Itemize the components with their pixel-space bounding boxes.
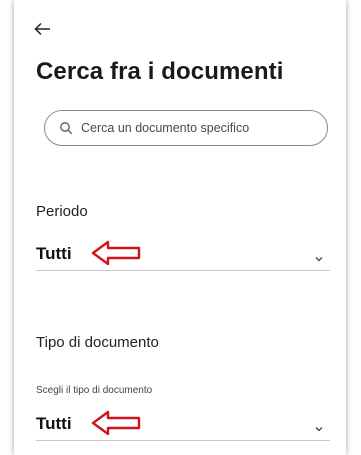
arrow-left-icon-graphic (34, 22, 50, 36)
search-icon (59, 121, 73, 135)
search-input[interactable] (81, 121, 301, 135)
red-left-arrow-annotation (91, 410, 141, 436)
arrow-left-icon[interactable] (34, 22, 52, 36)
periodo-select[interactable]: Tutti (36, 240, 330, 271)
red-left-arrow-annotation (91, 240, 141, 266)
page-title: Cerca fra i documenti (36, 58, 284, 85)
chevron-down-icon (314, 250, 324, 262)
search-box[interactable] (44, 110, 328, 146)
tipo-documento-sublabel: Scegli il tipo di documento (36, 385, 153, 396)
tipo-documento-label: Tipo di documento (36, 334, 159, 351)
tipo-documento-select[interactable]: Tutti (36, 410, 330, 441)
chevron-down-icon (314, 420, 324, 432)
periodo-value: Tutti (36, 244, 72, 263)
periodo-label: Periodo (36, 203, 88, 220)
tipo-documento-value: Tutti (36, 414, 72, 433)
app-screen: Cerca fra i documenti Periodo Tutti Tipo… (14, 0, 346, 455)
